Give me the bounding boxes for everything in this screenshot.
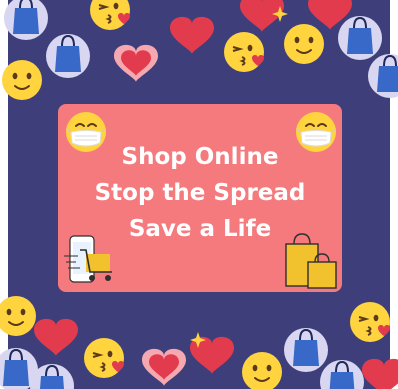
shopping-bags-icon [285, 233, 337, 289]
phone-cart-icon [64, 235, 112, 283]
message-line-1: Shop Online [121, 144, 279, 170]
message-line-2: Stop the Spread [94, 180, 306, 206]
poster: Shop Online Stop the Spread Save a Life [0, 0, 398, 389]
message-line-3: Save a Life [128, 216, 272, 242]
